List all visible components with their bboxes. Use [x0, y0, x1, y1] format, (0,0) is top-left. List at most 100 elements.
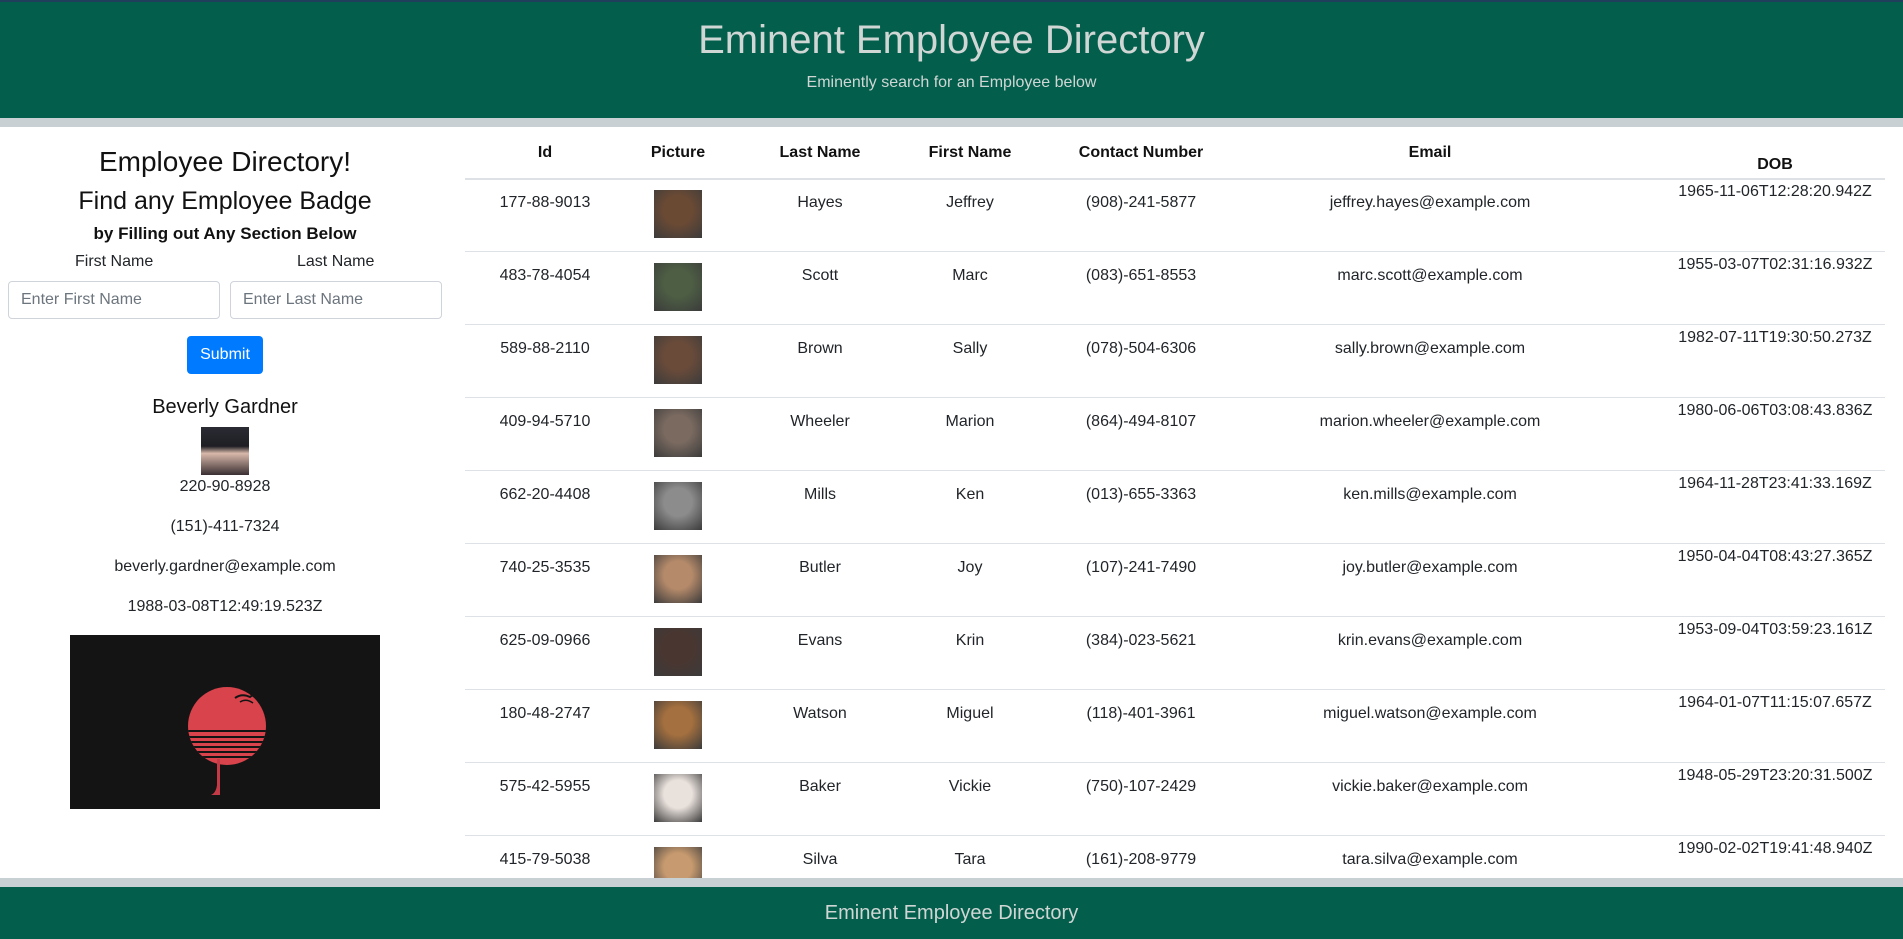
cell-email: miguel.watson@example.com	[1323, 705, 1537, 722]
header-divider	[0, 118, 1903, 127]
cell-first-name: Krin	[955, 632, 985, 649]
first-name-label: First Name	[75, 253, 154, 270]
cell-contact-number: (078)-504-6306	[1085, 340, 1197, 357]
cell-first-name: Marc	[952, 267, 988, 284]
cell-dob: 1950-04-04T08:43:27.365Z	[1677, 548, 1873, 565]
table-row[interactable]: 589-88-2110 Brown Sally (078)-504-6306 sally…	[465, 325, 1885, 398]
page-subtitle: Eminently search for an Employee below	[806, 74, 1097, 91]
cell-dob: 1964-11-28T23:41:33.169Z	[1678, 475, 1872, 492]
employee-table: Id Picture Last Name First Name Contact …	[465, 127, 1885, 878]
cell-id: 177-88-9013	[499, 194, 591, 211]
cell-email: jeffrey.hayes@example.com	[1329, 194, 1531, 211]
cell-first-name: Miguel	[946, 705, 994, 722]
cell-id: 483-78-4054	[499, 267, 591, 284]
employee-thumbnail	[654, 190, 702, 238]
cell-first-name: Sally	[952, 340, 988, 357]
employee-thumbnail	[654, 701, 702, 749]
table-header-row: Id Picture Last Name First Name Contact …	[465, 127, 1885, 180]
cell-contact-number: (118)-401-3961	[1086, 705, 1196, 722]
table-row[interactable]: 180-48-2747 Watson Miguel (118)-401-3961 mig…	[465, 690, 1885, 763]
employee-thumbnail	[654, 409, 702, 457]
cell-email: vickie.baker@example.com	[1332, 778, 1528, 795]
employee-card-id: 220-90-8928	[179, 478, 271, 495]
employee-thumbnail	[654, 263, 702, 311]
page-footer: Eminent Employee Directory	[0, 887, 1903, 939]
column-header-contact-number[interactable]: Contact Number	[1041, 144, 1241, 162]
employee-thumbnail	[654, 628, 702, 676]
cell-id: 409-94-5710	[499, 413, 591, 430]
last-name-label: Last Name	[297, 253, 375, 270]
column-header-first-name[interactable]: First Name	[880, 144, 1060, 162]
sidebar-heading: Employee Directory!	[98, 146, 352, 177]
employee-card-name: Beverly Gardner	[152, 396, 298, 418]
table-row[interactable]: 575-42-5955 Baker Vickie (750)-107-2429 vick…	[465, 763, 1885, 836]
employee-card-phone: (151)-411-7324	[170, 518, 280, 535]
table-row[interactable]: 415-79-5038 Silva Tara (161)-208-9779 tara.s…	[465, 836, 1885, 878]
cell-id: 662-20-4408	[499, 486, 591, 503]
cell-id: 589-88-2110	[500, 340, 590, 357]
employee-thumbnail	[654, 482, 702, 530]
column-header-email[interactable]: Email	[1245, 144, 1615, 162]
cell-dob: 1964-01-07T11:15:07.657Z	[1678, 694, 1872, 711]
employee-thumbnail	[654, 336, 702, 384]
employee-card-photo	[201, 427, 249, 475]
cell-email: tara.silva@example.com	[1342, 851, 1518, 868]
sunset-artwork-svg	[188, 687, 266, 795]
cell-id: 740-25-3535	[499, 559, 591, 576]
cell-email: sally.brown@example.com	[1334, 340, 1526, 357]
cell-dob: 1955-03-07T02:31:16.932Z	[1677, 256, 1873, 273]
cell-contact-number: (013)-655-3363	[1085, 486, 1197, 503]
cell-contact-number: (864)-494-8107	[1085, 413, 1197, 430]
employee-card-email: beverly.gardner@example.com	[114, 558, 336, 575]
sidebar-subheading: Find any Employee Badge	[78, 187, 372, 215]
table-row[interactable]: 625-09-0966 Evans Krin (384)-023-5621 krin.e…	[465, 617, 1885, 690]
cell-id: 415-79-5038	[499, 851, 591, 868]
cell-first-name: Joy	[957, 559, 983, 576]
cell-dob: 1953-09-04T03:59:23.161Z	[1677, 621, 1873, 638]
cell-dob: 1982-07-11T19:30:50.273Z	[1678, 329, 1872, 346]
first-name-input[interactable]	[8, 281, 220, 319]
cell-contact-number: (161)-208-9779	[1085, 851, 1197, 868]
employee-thumbnail	[654, 774, 702, 822]
submit-button[interactable]: Submit	[187, 336, 263, 374]
cell-email: krin.evans@example.com	[1337, 632, 1523, 649]
cell-email: marc.scott@example.com	[1337, 267, 1523, 284]
cell-contact-number: (107)-241-7490	[1085, 559, 1197, 576]
cell-id: 180-48-2747	[499, 705, 591, 722]
table-row[interactable]: 409-94-5710 Wheeler Marion (864)-494-8107 ma…	[465, 398, 1885, 471]
sidebar-instruction: by Filling out Any Section Below	[93, 224, 357, 243]
cell-email: ken.mills@example.com	[1343, 486, 1517, 503]
table-row[interactable]: 740-25-3535 Butler Joy (107)-241-7490 joy.bu…	[465, 544, 1885, 617]
cell-dob: 1990-02-02T19:41:48.940Z	[1677, 840, 1873, 857]
employee-thumbnail	[654, 555, 702, 603]
cell-dob: 1948-05-29T23:20:31.500Z	[1677, 767, 1873, 784]
column-header-dob[interactable]: DOB	[1665, 156, 1885, 174]
cell-id: 625-09-0966	[499, 632, 591, 649]
search-sidebar: Employee Directory! Find any Employee Ba…	[0, 127, 450, 878]
page-title: Eminent Employee Directory	[698, 18, 1205, 62]
cell-dob: 1965-11-06T12:28:20.942Z	[1678, 183, 1872, 200]
cell-email: marion.wheeler@example.com	[1319, 413, 1541, 430]
cell-dob: 1980-06-06T03:08:43.836Z	[1677, 402, 1873, 419]
cell-contact-number: (908)-241-5877	[1085, 194, 1197, 211]
cell-first-name: Ken	[955, 486, 985, 503]
page-header: Eminent Employee Directory Eminently sea…	[0, 0, 1903, 118]
cell-contact-number: (750)-107-2429	[1085, 778, 1197, 795]
cell-first-name: Tara	[954, 851, 986, 868]
table-row[interactable]: 177-88-9013 Hayes Jeffrey (908)-241-5877 jef…	[465, 179, 1885, 252]
cell-contact-number: (384)-023-5621	[1085, 632, 1197, 649]
sunset-artwork-image	[70, 635, 380, 809]
column-header-id[interactable]: Id	[465, 144, 625, 162]
cell-first-name: Marion	[945, 413, 995, 430]
cell-contact-number: (083)-651-8553	[1085, 267, 1197, 284]
cell-email: joy.butler@example.com	[1342, 559, 1518, 576]
footer-divider	[0, 878, 1903, 887]
table-row[interactable]: 662-20-4408 Mills Ken (013)-655-3363 ken.mil…	[465, 471, 1885, 544]
table-row[interactable]: 483-78-4054 Scott Marc (083)-651-8553 marc.s…	[465, 252, 1885, 325]
last-name-input[interactable]	[230, 281, 442, 319]
cell-first-name: Jeffrey	[946, 194, 994, 211]
cell-id: 575-42-5955	[499, 778, 591, 795]
cell-first-name: Vickie	[948, 778, 992, 795]
employee-card-dob: 1988-03-08T12:49:19.523Z	[127, 598, 323, 615]
employee-thumbnail	[654, 847, 702, 878]
